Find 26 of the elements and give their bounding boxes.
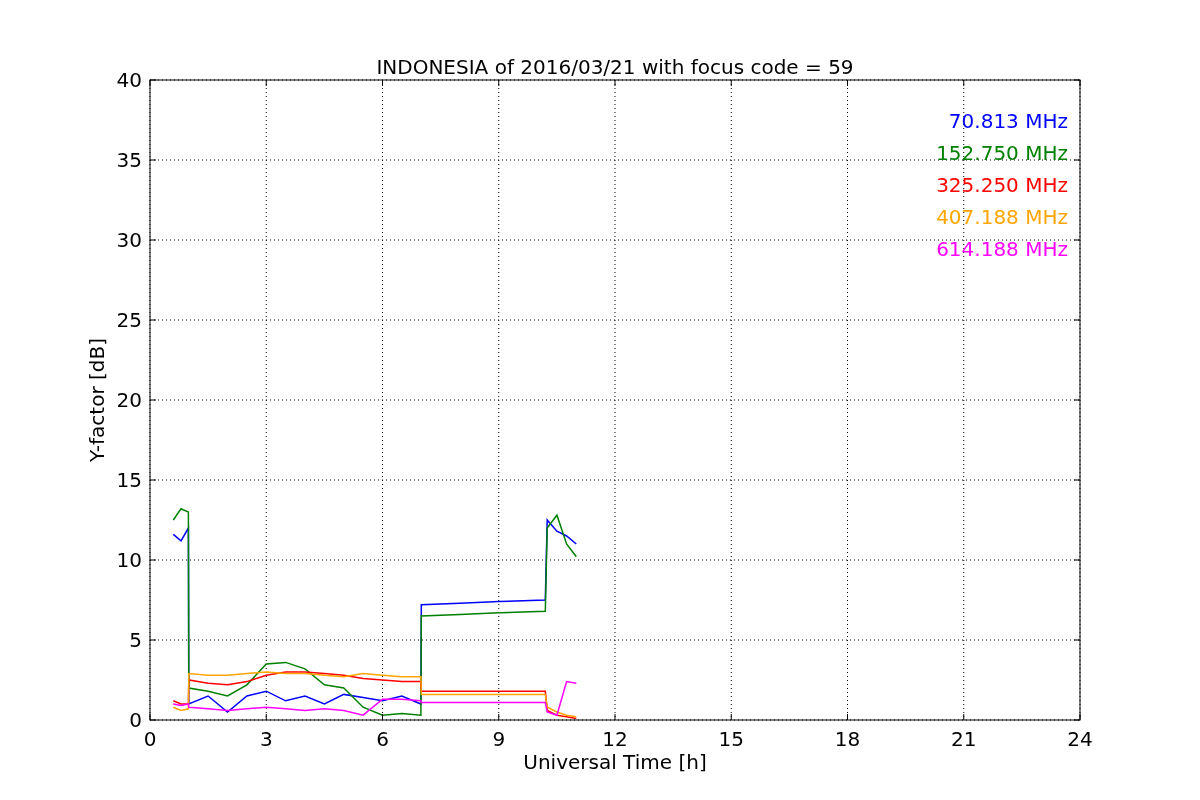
- tick-label: 0: [129, 708, 142, 732]
- legend-label: 407.188 MHz: [936, 205, 1068, 229]
- tick-label: 21: [951, 727, 977, 751]
- tick-label: 35: [116, 148, 142, 172]
- tick-label: 12: [602, 727, 628, 751]
- legend-label: 152.750 MHz: [936, 141, 1068, 165]
- tick-label: 30: [116, 228, 142, 252]
- tick-label: 0: [143, 727, 157, 751]
- tick-label: 15: [116, 468, 142, 492]
- tick-label: 6: [376, 727, 389, 751]
- legend-label: 325.250 MHz: [936, 173, 1068, 197]
- tick-label: 10: [116, 548, 142, 572]
- legend-label: 614.188 MHz: [936, 237, 1068, 261]
- legend-label: 70.813 MHz: [948, 109, 1068, 133]
- tick-label: 24: [1067, 727, 1093, 751]
- y-axis-label: Y-factor [dB]: [85, 338, 109, 462]
- tick-label: 25: [116, 308, 142, 332]
- tick-label: 20: [116, 388, 142, 412]
- x-axis-label: Universal Time [h]: [523, 750, 707, 774]
- tick-label: 18: [834, 727, 861, 751]
- tick-label: 9: [492, 727, 506, 751]
- tick-label: 3: [259, 727, 273, 751]
- tick-label: 5: [129, 628, 142, 652]
- chart-title: INDONESIA of 2016/03/21 with focus code = 59: [376, 55, 854, 79]
- tick-label: 15: [718, 727, 744, 751]
- tick-label: 40: [116, 68, 142, 92]
